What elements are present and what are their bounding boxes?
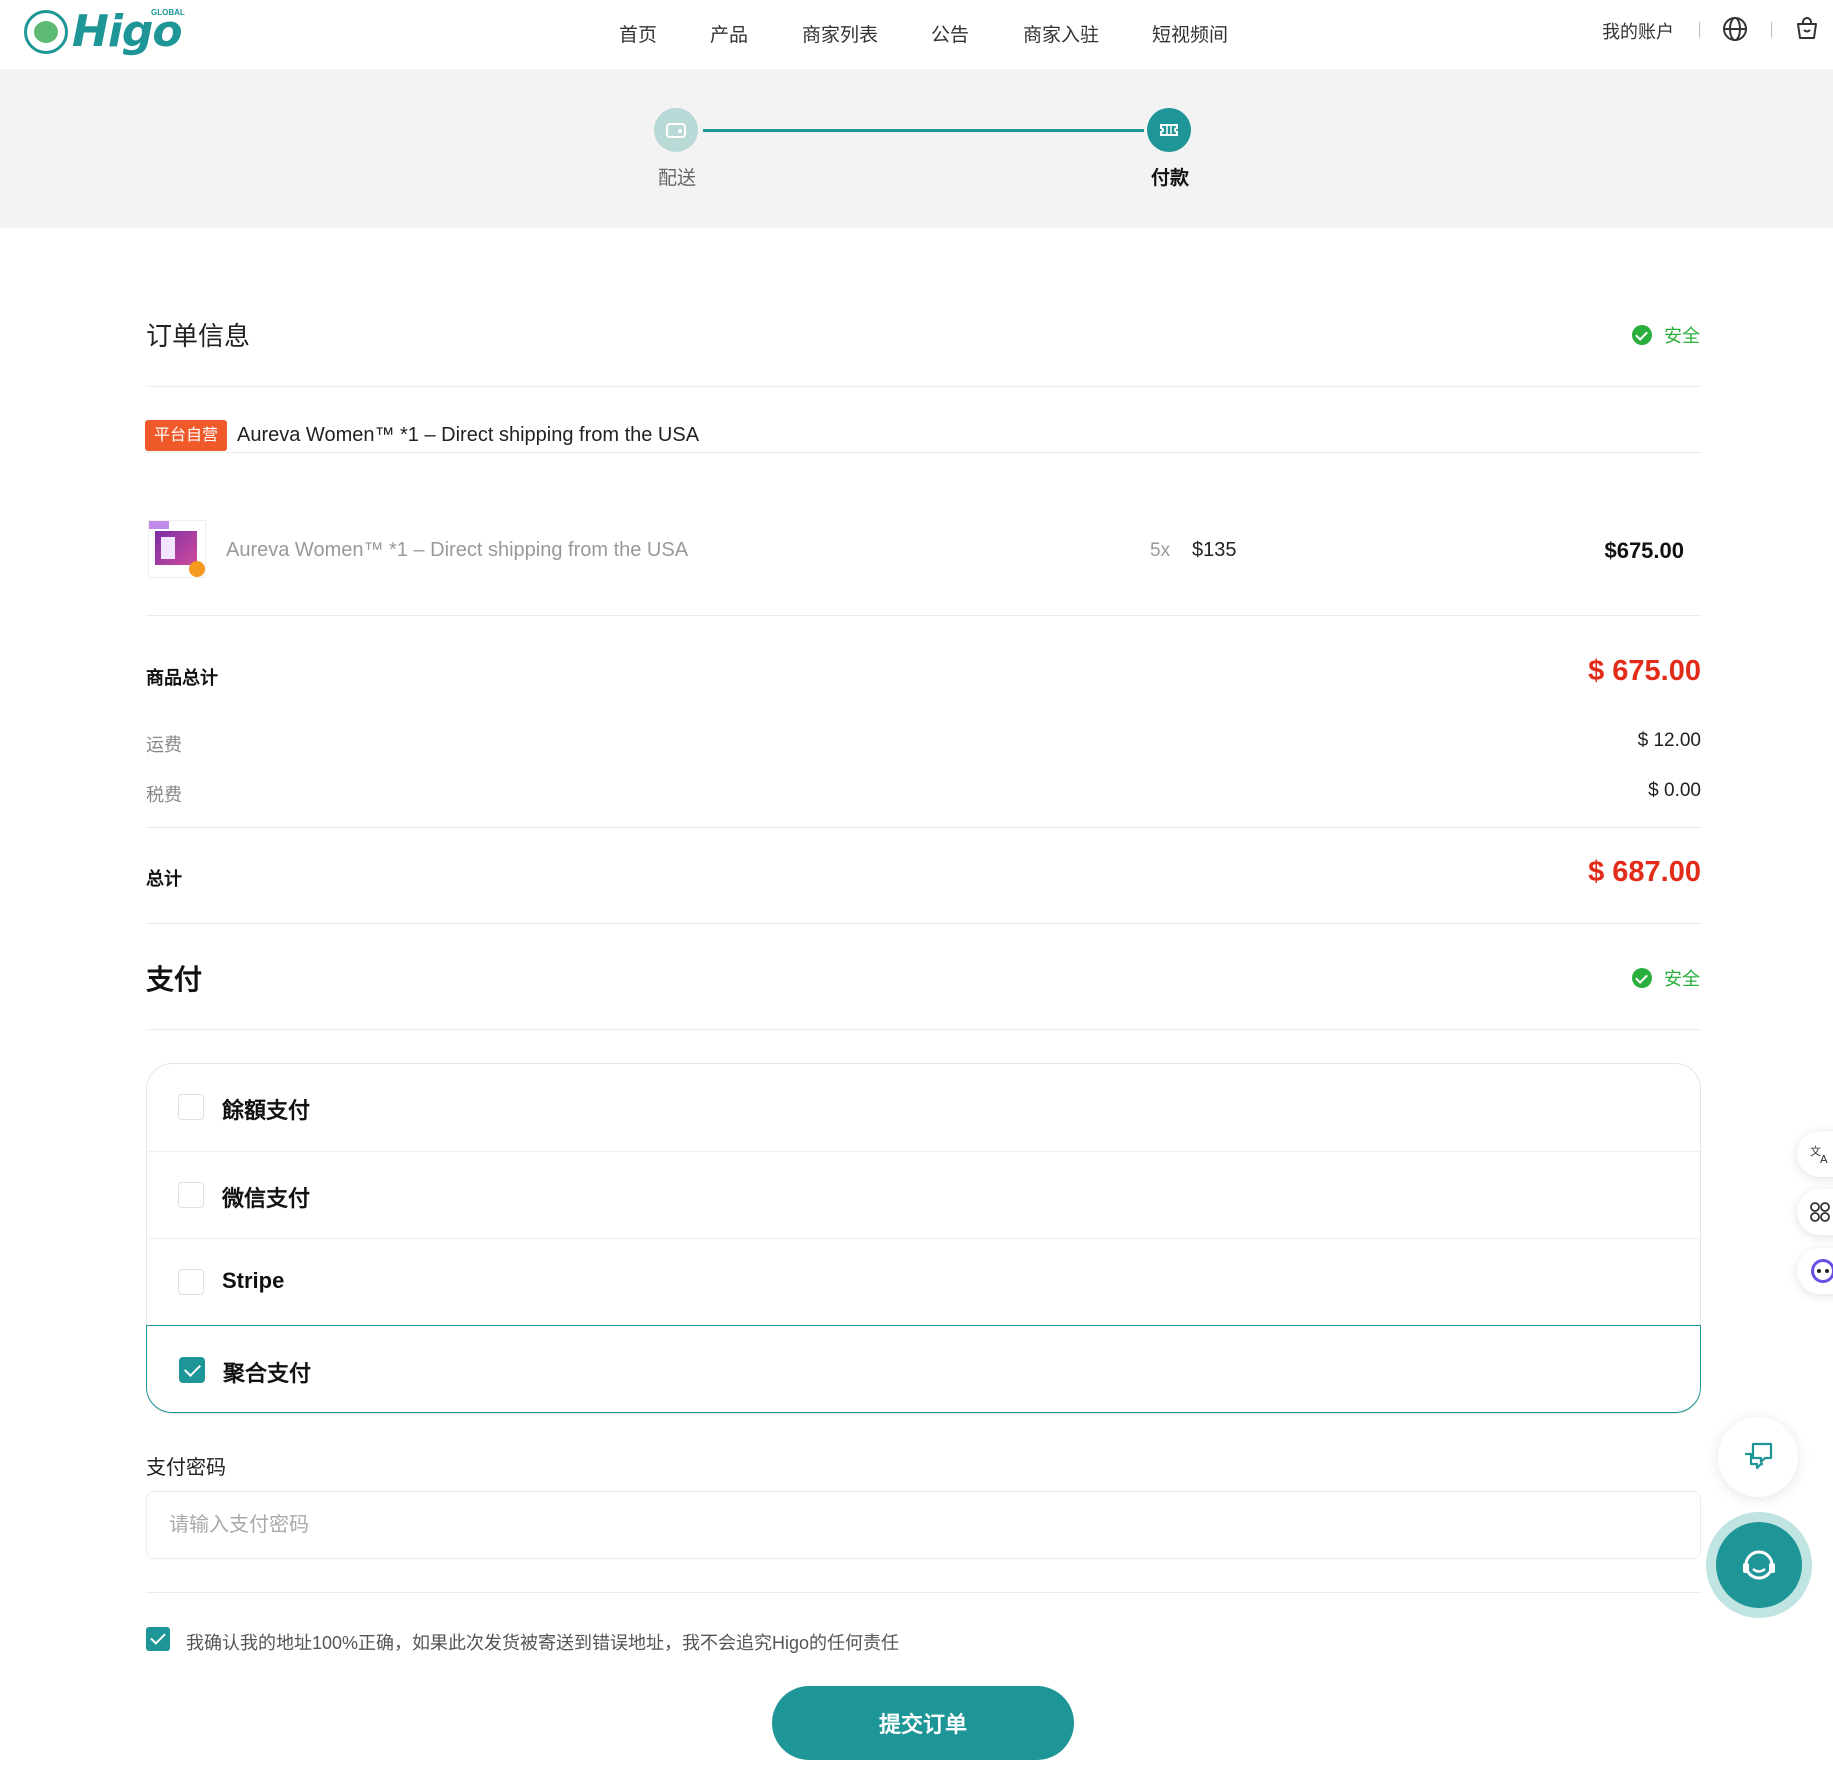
payment-method-label: Stripe xyxy=(222,1268,285,1293)
nav-merchant-join[interactable]: 商家入驻 xyxy=(1023,20,1099,47)
payment-method-checkbox[interactable] xyxy=(178,1182,204,1208)
order-info-title: 订单信息 xyxy=(146,321,251,351)
svg-text:A: A xyxy=(1820,1153,1828,1165)
payment-method-label: 餘額支付 xyxy=(222,1098,311,1123)
step-progress-line xyxy=(703,129,1144,132)
subtotal-label: 商品总计 xyxy=(146,668,218,688)
payment-password-input[interactable] xyxy=(146,1491,1701,1559)
submit-order-button[interactable]: 提交订单 xyxy=(772,1686,1074,1760)
step-payment-label: 付款 xyxy=(1151,168,1190,189)
payment-title: 支付 xyxy=(146,964,203,995)
step-shipping-label: 配送 xyxy=(658,168,697,189)
divider xyxy=(146,923,1701,924)
secure-label: 安全 xyxy=(1664,969,1700,989)
total-value: $ 687.00 xyxy=(1588,856,1701,888)
total-label: 总计 xyxy=(146,869,182,889)
tax-value: $ 0.00 xyxy=(1648,780,1701,801)
secure-label: 安全 xyxy=(1664,326,1700,346)
payment-method-aggregate[interactable]: 聚合支付 xyxy=(146,1325,1701,1413)
secure-indicator: 安全 xyxy=(1632,965,1700,991)
product-unit-price: $135 xyxy=(1192,539,1237,561)
header-divider xyxy=(1771,22,1772,38)
nav-products[interactable]: 产品 xyxy=(710,20,748,47)
store-name: Aureva Women™ *1 – Direct shipping from … xyxy=(237,424,700,446)
product-name[interactable]: Aureva Women™ *1 – Direct shipping from … xyxy=(226,539,688,562)
headset-support-icon xyxy=(1743,1550,1775,1580)
ai-assistant-tool[interactable] xyxy=(1797,1248,1833,1294)
divider xyxy=(146,1029,1701,1030)
checkout-stepper: 配送 付款 xyxy=(0,69,1833,228)
nav-short-video[interactable]: 短视频间 xyxy=(1152,20,1228,47)
step-shipping[interactable] xyxy=(654,108,698,152)
site-header: Higo GLOBAL 首页 产品 商家列表 公告 商家入驻 短视频间 我的账户 xyxy=(0,0,1833,69)
chat-float-button[interactable] xyxy=(1718,1417,1798,1497)
divider xyxy=(146,452,1701,453)
divider xyxy=(146,386,1701,387)
self-operated-badge: 平台自营 xyxy=(145,420,228,451)
nav-merchants[interactable]: 商家列表 xyxy=(802,20,878,47)
secure-indicator: 安全 xyxy=(1632,322,1700,348)
translate-tool[interactable]: 文 A xyxy=(1797,1131,1833,1177)
product-quantity: 5x xyxy=(1150,540,1171,561)
header-divider xyxy=(1699,22,1700,38)
customer-support-button[interactable] xyxy=(1706,1512,1812,1618)
payment-method-checkbox[interactable] xyxy=(178,1094,204,1120)
product-line-total: $675.00 xyxy=(1604,538,1684,563)
address-confirm-text: 我确认我的地址100%正确，如果此次发货被寄送到错误地址，我不会追究Higo的任… xyxy=(186,1633,900,1653)
divider xyxy=(146,615,1701,616)
address-confirm-checkbox[interactable] xyxy=(146,1627,170,1651)
step-payment[interactable] xyxy=(1147,108,1191,152)
apps-tool[interactable] xyxy=(1797,1189,1833,1235)
shopping-bag-icon[interactable] xyxy=(1794,15,1820,41)
my-account-link[interactable]: 我的账户 xyxy=(1602,18,1674,44)
payment-password-label: 支付密码 xyxy=(146,1457,226,1479)
language-globe-icon[interactable] xyxy=(1722,16,1748,42)
payment-method-stripe[interactable]: Stripe xyxy=(146,1238,1701,1326)
ai-bot-icon xyxy=(1811,1259,1833,1283)
subtotal-value: $ 675.00 xyxy=(1588,655,1701,687)
nav-announcements[interactable]: 公告 xyxy=(931,20,969,47)
payment-method-label: 聚合支付 xyxy=(223,1361,312,1386)
check-circle-icon xyxy=(1632,325,1652,345)
nav-home[interactable]: 首页 xyxy=(619,20,657,47)
shipping-fee-value: $ 12.00 xyxy=(1637,730,1701,751)
payment-method-checkbox-checked[interactable] xyxy=(179,1357,205,1383)
divider xyxy=(146,827,1701,828)
check-circle-icon xyxy=(1632,968,1652,988)
tax-label: 税费 xyxy=(146,785,182,805)
wallet-icon xyxy=(666,123,686,138)
payment-method-checkbox[interactable] xyxy=(178,1269,204,1295)
payment-method-label: 微信支付 xyxy=(222,1186,311,1211)
ticket-icon xyxy=(1160,124,1178,136)
chat-bubbles-icon xyxy=(1745,1442,1773,1470)
translate-icon: 文 A xyxy=(1810,1144,1828,1165)
product-thumbnail[interactable] xyxy=(148,520,206,578)
divider xyxy=(146,1592,1701,1593)
payment-method-balance[interactable]: 餘額支付 xyxy=(146,1063,1701,1151)
shipping-fee-label: 运费 xyxy=(146,735,182,755)
main-nav: 首页 产品 商家列表 公告 商家入驻 短视频间 xyxy=(0,0,1833,64)
payment-method-wechat[interactable]: 微信支付 xyxy=(146,1151,1701,1239)
apps-grid-icon xyxy=(1810,1202,1830,1222)
